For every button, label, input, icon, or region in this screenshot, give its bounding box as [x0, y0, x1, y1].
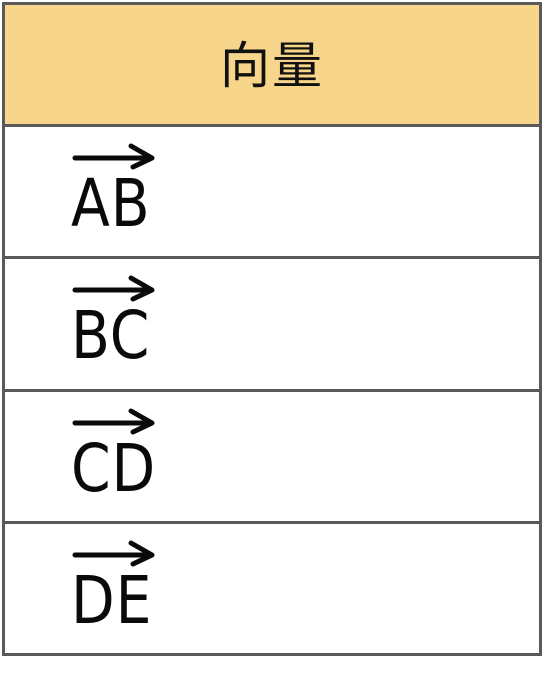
vector-notation: BC — [71, 273, 161, 369]
header-label: 向量 — [220, 36, 324, 95]
table-row: AB — [5, 127, 539, 260]
table-row: BC — [5, 259, 539, 392]
vector-label: BC — [71, 297, 151, 375]
table-row: DE — [5, 523, 539, 653]
vector-label: CD — [71, 429, 157, 507]
vector-notation: DE — [71, 538, 161, 634]
vector-label: AB — [71, 165, 151, 242]
table-row: CD — [5, 391, 539, 524]
vector-table: 向量 AB BC CD DE — [2, 2, 542, 656]
table-header: 向量 — [5, 5, 539, 127]
vector-notation: AB — [71, 141, 161, 237]
vector-label: DE — [71, 561, 153, 639]
vector-notation: CD — [71, 406, 161, 502]
